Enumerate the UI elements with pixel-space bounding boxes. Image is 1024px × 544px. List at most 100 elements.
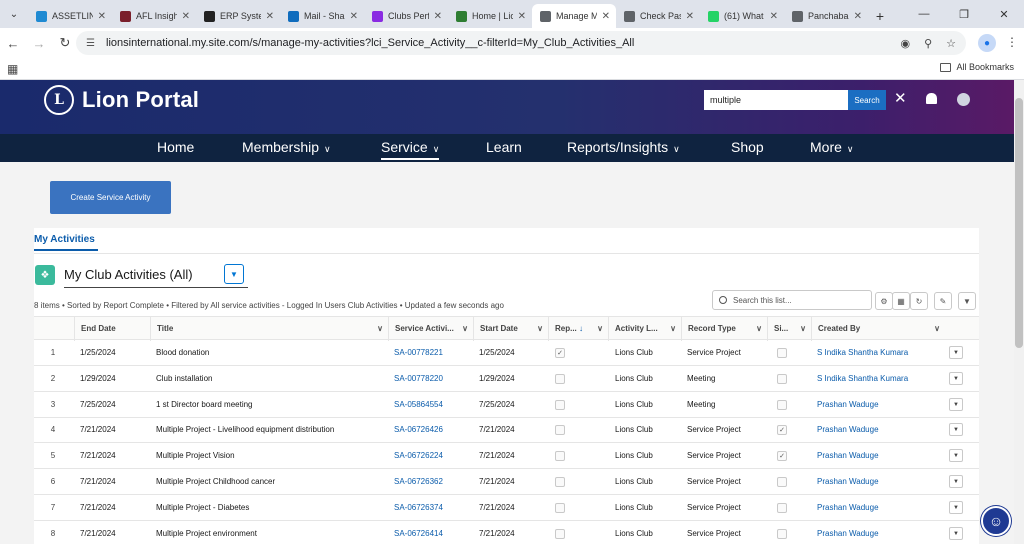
service-activity-link[interactable]: SA-06726426	[394, 417, 443, 443]
browser-tab[interactable]: Manage M ✕	[532, 4, 616, 28]
filter-icon[interactable]: ▼	[958, 292, 976, 310]
column-menu-icon[interactable]: ∨	[537, 317, 543, 341]
close-window-icon[interactable]: ✕	[984, 0, 1024, 28]
refresh-icon[interactable]: ↻	[910, 292, 928, 310]
column-menu-icon[interactable]: ∨	[462, 317, 468, 341]
row-actions-icon[interactable]: ▼	[949, 449, 963, 463]
url-text[interactable]: lionsinternational.my.site.com/s/manage-…	[102, 37, 900, 49]
browser-tab[interactable]: Clubs Perfc ✕	[364, 4, 448, 28]
service-activity-link[interactable]: SA-00778220	[394, 366, 443, 392]
nav-item-reports-insights[interactable]: Reports/Insights ∨	[567, 139, 680, 155]
service-activity-link[interactable]: SA-06726362	[394, 469, 443, 495]
browser-tab[interactable]: (61) What ✕	[700, 4, 784, 28]
created-by-link[interactable]: Prashan Waduge	[817, 443, 879, 469]
settings-gear-icon[interactable]: ⚙	[875, 292, 893, 310]
star-icon[interactable]: ☆	[946, 37, 956, 50]
browser-tab[interactable]: Home | Lio ✕	[448, 4, 532, 28]
column-header[interactable]: Service Activi... ∨	[388, 317, 473, 341]
column-header[interactable]: Rep... ↓ ∨	[548, 317, 608, 341]
column-menu-icon[interactable]: ∨	[670, 317, 676, 341]
column-header[interactable]: Activity L... ∨	[608, 317, 681, 341]
table-row[interactable]: 8 7/21/2024 Multiple Project environment SA…	[34, 521, 979, 544]
minimize-icon[interactable]: —	[904, 0, 944, 28]
created-by-link[interactable]: Prashan Waduge	[817, 469, 879, 495]
nav-item-membership[interactable]: Membership ∨	[242, 139, 331, 155]
service-activity-link[interactable]: SA-06726414	[394, 521, 443, 544]
location-icon[interactable]: ◉	[900, 37, 910, 50]
column-header[interactable]: Start Date ∨	[473, 317, 548, 341]
nav-item-learn[interactable]: Learn	[486, 139, 522, 155]
omnibox[interactable]: ☰ lionsinternational.my.site.com/s/manag…	[76, 31, 966, 55]
tab-close-icon[interactable]: ✕	[518, 11, 526, 22]
browser-tab[interactable]: Mail - Shar ✕	[280, 4, 364, 28]
column-menu-icon[interactable]: ∨	[756, 317, 762, 341]
nav-item-shop[interactable]: Shop	[731, 139, 764, 155]
row-actions-icon[interactable]: ▼	[949, 475, 963, 488]
tab-my-activities[interactable]: My Activities	[34, 234, 98, 251]
row-actions-icon[interactable]: ▼	[949, 397, 963, 411]
nav-item-service[interactable]: Service ∨	[381, 139, 440, 160]
column-header[interactable]: Title ∨	[150, 317, 388, 341]
tab-search-icon[interactable]: ⌄	[0, 0, 28, 28]
tab-close-icon[interactable]: ✕	[770, 11, 778, 22]
list-search-input[interactable]: Search this list...	[712, 290, 872, 310]
restore-icon[interactable]: ❐	[944, 0, 984, 28]
tab-close-icon[interactable]: ✕	[98, 11, 106, 22]
tab-close-icon[interactable]: ✕	[434, 11, 442, 22]
created-by-link[interactable]: S Indika Shantha Kumara	[817, 340, 908, 366]
browser-tab[interactable]: Panchabal ✕	[784, 4, 868, 28]
table-row[interactable]: 7 7/21/2024 Multiple Project - Diabetes SA-…	[34, 495, 979, 521]
tab-close-icon[interactable]: ✕	[350, 11, 358, 22]
create-service-activity-button[interactable]: Create Service Activity	[50, 181, 171, 214]
row-actions-icon[interactable]: ▼	[949, 371, 963, 385]
tab-close-icon[interactable]: ✕	[854, 11, 862, 22]
created-by-link[interactable]: S Indika Shantha Kumara	[817, 366, 908, 392]
all-bookmarks[interactable]: All Bookmarks	[940, 62, 1014, 72]
created-by-link[interactable]: Prashan Waduge	[817, 417, 879, 443]
created-by-link[interactable]: Prashan Waduge	[817, 495, 879, 521]
accessibility-icon[interactable]: ☺	[981, 506, 1011, 536]
edit-pencil-icon[interactable]: ✎	[934, 292, 952, 310]
user-avatar-icon[interactable]	[957, 93, 970, 106]
created-by-link[interactable]: Prashan Waduge	[817, 392, 879, 418]
table-row[interactable]: 4 7/21/2024 Multiple Project - Livelihood …	[34, 417, 979, 444]
nav-item-home[interactable]: Home	[157, 139, 194, 155]
table-row[interactable]: 5 7/21/2024 Multiple Project Vision SA-0672…	[34, 443, 979, 470]
list-view-title[interactable]: My Club Activities (All)	[64, 267, 193, 282]
page-scrollbar[interactable]	[1014, 80, 1024, 544]
service-activity-link[interactable]: SA-00778221	[394, 340, 443, 366]
portal-search-button[interactable]: Search	[848, 90, 886, 110]
forward-icon[interactable]: →	[26, 36, 52, 51]
created-by-link[interactable]: Prashan Waduge	[817, 521, 879, 544]
browser-tab[interactable]: ERP Syster ✕	[196, 4, 280, 28]
key-icon[interactable]: ⚲	[924, 37, 932, 50]
service-activity-link[interactable]: SA-05864554	[394, 392, 443, 418]
table-row[interactable]: 2 1/29/2024 Club installation SA-00778220 1/…	[34, 366, 979, 392]
service-activity-link[interactable]: SA-06726224	[394, 443, 443, 469]
column-menu-icon[interactable]: ∨	[377, 317, 383, 341]
site-info-icon[interactable]: ☰	[86, 38, 102, 49]
column-header[interactable]: End Date	[74, 317, 150, 341]
column-menu-icon[interactable]: ∨	[800, 317, 806, 341]
list-view-dropdown-icon[interactable]: ▼	[224, 264, 244, 284]
tab-close-icon[interactable]: ✕	[266, 11, 274, 22]
column-header[interactable]: Record Type ∨	[681, 317, 767, 341]
apps-grid-icon[interactable]: ▦	[7, 62, 18, 76]
service-activity-link[interactable]: SA-06726374	[394, 495, 443, 521]
table-row[interactable]: 3 7/25/2024 1 st Director board meeting SA-…	[34, 392, 979, 418]
tab-close-icon[interactable]: ✕	[686, 11, 694, 22]
column-header[interactable]: Si... ∨	[767, 317, 811, 341]
browser-tab[interactable]: ASSETLINE ✕	[28, 4, 112, 28]
new-tab-icon[interactable]: +	[868, 4, 892, 28]
column-menu-icon[interactable]: ∨	[597, 317, 603, 341]
table-row[interactable]: 6 7/21/2024 Multiple Project Childhood can…	[34, 469, 979, 495]
column-menu-icon[interactable]: ∨	[934, 317, 940, 341]
reload-icon[interactable]: ↻	[52, 35, 78, 51]
profile-icon[interactable]: ●	[978, 34, 996, 52]
row-actions-icon[interactable]: ▼	[949, 526, 963, 540]
tab-close-icon[interactable]: ✕	[182, 11, 190, 22]
nav-item-more[interactable]: More ∨	[810, 139, 854, 155]
tab-close-icon[interactable]: ✕	[602, 11, 610, 22]
table-display-icon[interactable]: ▦	[892, 292, 910, 310]
portal-logo[interactable]: L Lion Portal	[44, 85, 199, 115]
